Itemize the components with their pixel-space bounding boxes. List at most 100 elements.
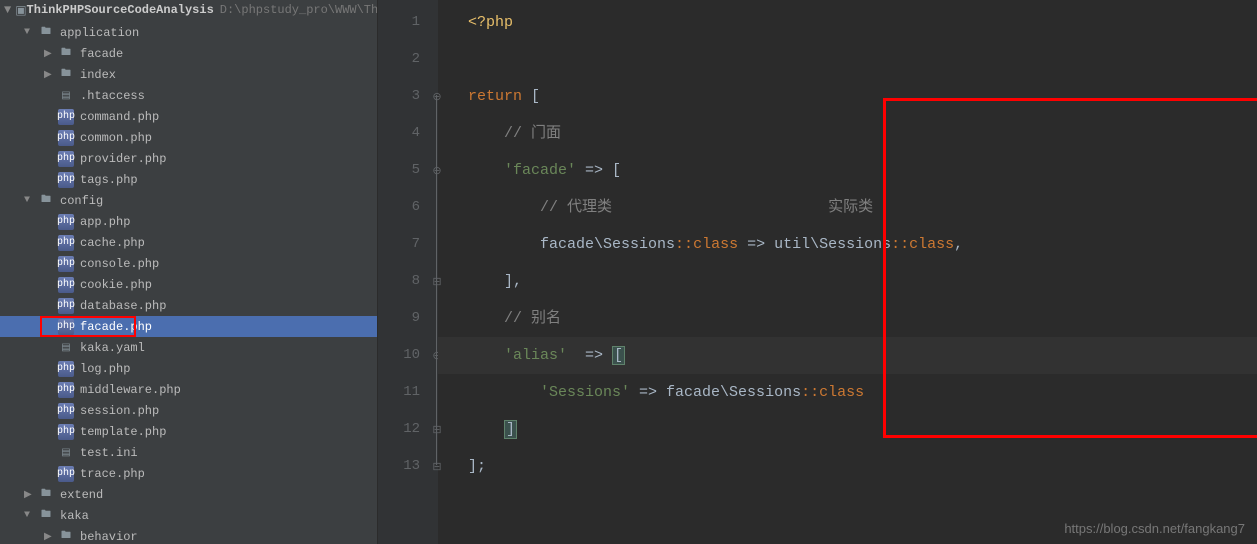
code-line-5: 'facade' => [ (468, 152, 1257, 189)
php-file-icon: php (58, 403, 74, 419)
php-file-icon: php (58, 214, 74, 230)
tree-item-behavior[interactable]: ▶🖿behavior (0, 526, 377, 544)
tree-item-session-php[interactable]: php session.php (0, 400, 377, 421)
php-file-icon: php (58, 382, 74, 398)
code-line-8: ], (468, 263, 1257, 300)
tree-item-test-ini[interactable]: ▤ test.ini (0, 442, 377, 463)
tree-item-command-php[interactable]: php command.php (0, 106, 377, 127)
folder-icon: 🖿 (38, 487, 54, 503)
php-file-icon: php (58, 319, 74, 335)
chevron-right-icon[interactable]: ▶ (44, 69, 56, 81)
code-area[interactable]: <?php return [ // 门面 'facade' => [ // 代理… (438, 0, 1257, 544)
chevron-right-icon[interactable]: ▶ (44, 48, 56, 60)
tree-item-config[interactable]: ▼🖿 config (0, 190, 377, 211)
tree-item-database-php[interactable]: php database.php (0, 295, 377, 316)
tree-item-template-php[interactable]: php template.php (0, 421, 377, 442)
tree-item-kaka[interactable]: ▼🖿kaka (0, 505, 377, 526)
php-file-icon: php (58, 235, 74, 251)
tree-item-label: template.php (80, 425, 166, 439)
folder-icon: 🖿 (58, 529, 74, 544)
line-number: 10 (378, 337, 420, 374)
tree-item-label: kaka.yaml (80, 341, 145, 355)
code-line-12: ] (468, 411, 1257, 448)
tree-item-label: test.ini (80, 446, 138, 460)
php-file-icon: php (58, 256, 74, 272)
tree-item-label: trace.php (80, 467, 145, 481)
folder-icon: 🖿 (38, 508, 54, 524)
code-line-9: // 别名 (468, 300, 1257, 337)
tree-item-label: common.php (80, 131, 152, 145)
tree-item-cache-php[interactable]: php cache.php (0, 232, 377, 253)
tree-item-label: tags.php (80, 173, 138, 187)
tree-item-label: console.php (80, 257, 159, 271)
line-number: 13 (378, 448, 420, 485)
tree-item-cookie-php[interactable]: phpcookie.php (0, 274, 377, 295)
chevron-down-icon[interactable]: ▼ (24, 510, 36, 521)
tree-item-extend[interactable]: ▶🖿extend (0, 484, 377, 505)
php-file-icon: php (58, 424, 74, 440)
tree-item-tags-php[interactable]: php tags.php (0, 169, 377, 190)
file-icon: ▤ (58, 88, 74, 104)
tree-item-application[interactable]: ▼🖿application (0, 22, 377, 43)
tree-item-common-php[interactable]: php common.php (0, 127, 377, 148)
php-file-icon: php (58, 298, 74, 314)
tree-item-label: app.php (80, 215, 130, 229)
tree-item-label: command.php (80, 110, 159, 124)
tree-item-label: facade.php (80, 320, 152, 334)
tree-item-label: index (80, 68, 116, 82)
folder-icon: 🖿 (58, 46, 74, 62)
tree-item-label: log.php (80, 362, 130, 376)
line-number: 5 (378, 152, 420, 189)
code-editor[interactable]: 12345678910111213 ⊖⊖⊟⊖⊟⊟ <?php return [ … (378, 0, 1257, 544)
tree-item--htaccess[interactable]: ▤ .htaccess (0, 85, 377, 106)
tree-item-facade[interactable]: ▶🖿facade (0, 43, 377, 64)
line-number: 8 (378, 263, 420, 300)
tree-item-label: middleware.php (80, 383, 181, 397)
project-header[interactable]: ▼ ▣ ThinkPHPSourceCodeAnalysis D:\phpstu… (0, 0, 377, 20)
code-line-6: // 代理类 实际类 (468, 189, 1257, 226)
php-file-icon: php (58, 109, 74, 125)
tree-item-log-php[interactable]: php log.php (0, 358, 377, 379)
tree-item-app-php[interactable]: php app.php (0, 211, 377, 232)
chevron-down-icon[interactable]: ▼ (24, 27, 36, 38)
watermark: https://blog.csdn.net/fangkang7 (1064, 521, 1245, 536)
line-number: 4 (378, 115, 420, 152)
tree-item-label: session.php (80, 404, 159, 418)
code-line-1: <?php (468, 4, 1257, 41)
tree-item-facade-php[interactable]: php facade.php (0, 316, 377, 337)
php-file-icon: php (58, 466, 74, 482)
php-file-icon: php (58, 130, 74, 146)
tree-item-label: provider.php (80, 152, 166, 166)
chevron-right-icon[interactable]: ▶ (24, 489, 36, 501)
line-number: 11 (378, 374, 420, 411)
line-number: 7 (378, 226, 420, 263)
folder-icon: ▣ (15, 3, 26, 18)
tree-item-kaka-yaml[interactable]: ▤kaka.yaml (0, 337, 377, 358)
line-number: 2 (378, 41, 420, 78)
project-sidebar: ▼ ▣ ThinkPHPSourceCodeAnalysis D:\phpstu… (0, 0, 378, 544)
code-line-7: facade\Sessions::class => util\Sessions:… (468, 226, 1257, 263)
tree-item-label: config (60, 194, 103, 208)
folder-icon: 🖿 (58, 67, 74, 83)
file-icon: ▤ (58, 445, 74, 461)
line-gutter: 12345678910111213 (378, 0, 438, 544)
php-file-icon: php (58, 151, 74, 167)
folder-icon: 🖿 (38, 193, 54, 209)
tree-item-console-php[interactable]: php console.php (0, 253, 377, 274)
tree-item-middleware-php[interactable]: php middleware.php (0, 379, 377, 400)
line-number: 1 (378, 4, 420, 41)
chevron-right-icon[interactable]: ▶ (44, 531, 56, 543)
php-file-icon: php (58, 172, 74, 188)
tree-item-provider-php[interactable]: php provider.php (0, 148, 377, 169)
code-line-13: ]; (468, 448, 1257, 485)
tree-item-label: .htaccess (80, 89, 145, 103)
tree-item-trace-php[interactable]: php trace.php (0, 463, 377, 484)
tree-item-label: application (60, 26, 139, 40)
code-line-4: // 门面 (468, 115, 1257, 152)
chevron-down-icon[interactable]: ▼ (24, 195, 36, 206)
php-file-icon: php (58, 361, 74, 377)
code-line-2 (468, 41, 1257, 78)
tree-item-label: cache.php (80, 236, 145, 250)
tree-item-label: database.php (80, 299, 166, 313)
tree-item-index[interactable]: ▶🖿 index (0, 64, 377, 85)
